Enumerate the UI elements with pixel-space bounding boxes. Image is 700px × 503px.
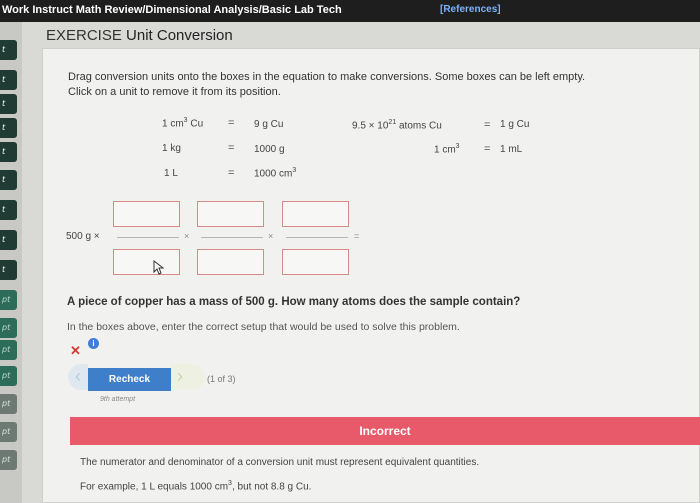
sidebar-tab[interactable]: t (0, 118, 17, 138)
unit-text: 9.5 × 10 (352, 120, 389, 132)
fraction-bar (201, 237, 263, 238)
attempt-label: 9th attempt (100, 396, 136, 403)
unit-tile-1ml[interactable]: 1 mL (500, 144, 522, 155)
sidebar-tab[interactable]: pt (0, 450, 17, 470)
breadcrumb-title: Work Instruct Math Review/Dimensional An… (2, 4, 342, 16)
feedback-text: , but not 8.8 g Cu. (231, 481, 312, 493)
unit-tile-1cm3[interactable]: 1 cm3 (434, 143, 460, 155)
sidebar-tab[interactable]: pt (0, 318, 17, 338)
sidebar-tab[interactable]: t (0, 40, 17, 60)
unit-text: 1 cm (162, 118, 184, 130)
numerator-box-3[interactable] (282, 201, 349, 227)
equals-sign: = (228, 117, 235, 129)
next-arrow-icon[interactable]: › (171, 364, 205, 390)
equals-sign: = (228, 142, 235, 154)
times-sign: × (184, 231, 190, 241)
fraction-bar (117, 237, 179, 238)
sidebar-tab[interactable]: pt (0, 366, 17, 386)
instruction-line-1: Drag conversion units onto the boxes in … (68, 71, 586, 83)
denominator-box-1[interactable] (113, 249, 180, 275)
exercise-heading: EXERCISE Unit Conversion (46, 27, 233, 44)
sidebar-tab[interactable]: pt (0, 340, 17, 360)
previous-arrow-icon[interactable]: ‹ (68, 364, 88, 390)
numerator-box-1[interactable] (113, 201, 180, 227)
equals-sign: = (484, 119, 491, 131)
equation-start: 500 g × (66, 231, 100, 242)
unit-exponent: 3 (455, 143, 460, 150)
unit-tile-1000g[interactable]: 1000 g (254, 144, 285, 155)
sidebar-tab[interactable]: t (0, 170, 17, 190)
unit-tile-9g-cu[interactable]: 9 g Cu (254, 119, 283, 130)
sidebar: t t t t t t t t t pt pt pt pt pt pt pt (0, 22, 22, 503)
recheck-button[interactable]: Recheck (88, 368, 171, 391)
incorrect-banner: Incorrect (70, 417, 700, 445)
question-subtext: In the boxes above, enter the correct se… (67, 321, 460, 333)
attempt-counter: (1 of 3) (207, 374, 236, 384)
sidebar-tab[interactable]: t (0, 230, 17, 250)
unit-exponent: 3 (292, 167, 297, 174)
mouse-cursor-icon (153, 260, 164, 275)
feedback-line-2: For example, 1 L equals 1000 cm3, but no… (80, 480, 311, 492)
sidebar-tab[interactable]: pt (0, 290, 17, 310)
references-link[interactable]: [References] (440, 4, 501, 15)
numerator-box-2[interactable] (197, 201, 264, 227)
unit-tile-cm3-cu[interactable]: 1 cm3 Cu (162, 117, 203, 129)
feedback-line-1: The numerator and denominator of a conve… (80, 457, 480, 468)
sidebar-tab[interactable]: pt (0, 422, 17, 442)
incorrect-x-icon: ✕ (70, 343, 81, 358)
unit-tile-1000cm3[interactable]: 1000 cm3 (254, 167, 296, 179)
denominator-box-3[interactable] (282, 249, 349, 275)
info-icon[interactable]: i (88, 338, 99, 349)
unit-text: 1 cm (434, 144, 456, 156)
equals-sign: = (484, 143, 491, 155)
unit-text: 1000 cm (254, 168, 293, 180)
equals-sign: = (228, 167, 235, 179)
unit-text: Cu (187, 118, 204, 130)
question-text: A piece of copper has a mass of 500 g. H… (67, 296, 521, 308)
exercise-title: Unit Conversion (126, 27, 233, 44)
unit-tile-1l[interactable]: 1 L (164, 168, 178, 179)
instructions: Drag conversion units onto the boxes in … (68, 70, 668, 100)
fraction-bar (286, 237, 348, 238)
denominator-box-2[interactable] (197, 249, 264, 275)
exercise-label: EXERCISE (46, 27, 122, 44)
sidebar-tab[interactable]: pt (0, 394, 17, 414)
sidebar-tab[interactable]: t (0, 260, 17, 280)
sidebar-tab[interactable]: t (0, 142, 17, 162)
sidebar-tab[interactable]: t (0, 200, 17, 220)
equals-sign: = (354, 231, 360, 241)
sidebar-tab[interactable]: t (0, 70, 17, 90)
instruction-line-2: Click on a unit to remove it from its po… (68, 86, 281, 98)
unit-tile-1g-cu[interactable]: 1 g Cu (500, 119, 529, 130)
times-sign: × (268, 231, 274, 241)
sidebar-tab[interactable]: t (0, 94, 17, 114)
top-bar: Work Instruct Math Review/Dimensional An… (0, 0, 700, 22)
feedback-text: For example, 1 L equals 1000 cm (80, 481, 229, 493)
unit-text: atoms Cu (396, 120, 442, 132)
unit-tile-atoms-cu[interactable]: 9.5 × 1021 atoms Cu (352, 119, 442, 131)
unit-tile-1kg[interactable]: 1 kg (162, 143, 181, 154)
